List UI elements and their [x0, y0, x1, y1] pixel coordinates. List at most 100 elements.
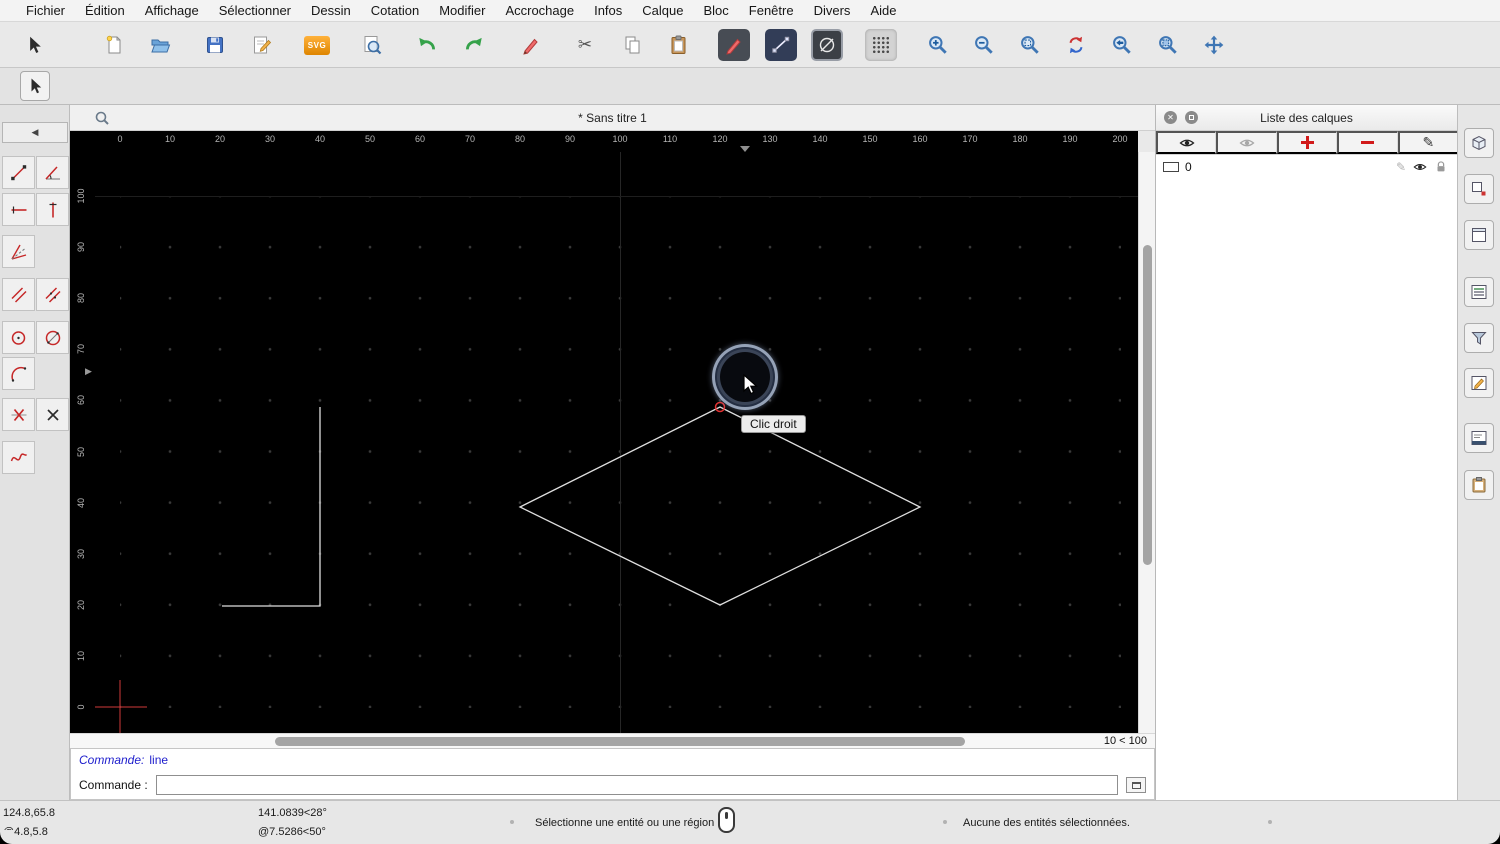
menu-item-divers[interactable]: Divers	[804, 0, 861, 22]
pen-attributes-button[interactable]	[718, 29, 750, 61]
menu-item-cotation[interactable]: Cotation	[361, 0, 429, 22]
layers-panel: ✕ Liste des calques ✎ 0 ✎	[1155, 105, 1458, 800]
tool-line-button[interactable]	[2, 156, 35, 189]
menu-item-fichier[interactable]: Fichier	[16, 0, 75, 22]
command-history-value: line	[149, 753, 169, 767]
parallel-lines-icon	[10, 286, 27, 303]
show-all-layers-button[interactable]	[1156, 131, 1217, 154]
new-file-button[interactable]	[98, 29, 130, 61]
svg-icon: SVG	[304, 35, 330, 55]
menu-item-calque[interactable]: Calque	[632, 0, 693, 22]
tool-line-parallel-distance-button[interactable]	[36, 278, 69, 311]
tool-line-angle-button[interactable]	[36, 156, 69, 189]
dock-block-button[interactable]	[1464, 128, 1494, 158]
edit-layer-button[interactable]: ✎	[1397, 131, 1458, 154]
panel-expander-button[interactable]: ▶	[82, 363, 95, 379]
red-pen-icon	[523, 38, 538, 55]
command-history: Commande: line	[71, 749, 1154, 773]
tool-circle-2p-button[interactable]	[36, 321, 69, 354]
pen-button[interactable]	[515, 29, 547, 61]
horizontal-scrollbar-thumb[interactable]	[275, 737, 965, 746]
zoom-redraw-button[interactable]	[1060, 29, 1092, 61]
layer-lock-icon[interactable]	[1434, 160, 1448, 174]
layer-visible-icon[interactable]	[1413, 160, 1427, 174]
remove-layer-button[interactable]	[1337, 131, 1398, 154]
save-file-button[interactable]	[199, 29, 231, 61]
command-input[interactable]	[155, 775, 1118, 795]
tool-arc-button[interactable]	[2, 357, 35, 390]
zoom-pan-button[interactable]	[1198, 29, 1230, 61]
horizontal-scrollbar[interactable]: 10 < 100	[70, 733, 1155, 748]
dock-command-button[interactable]	[1464, 423, 1494, 453]
zoom-auto-icon	[1021, 36, 1039, 54]
bisector-icon	[10, 244, 26, 260]
command-detach-button[interactable]	[1126, 777, 1146, 793]
ruler-h-label: 50	[364, 134, 375, 144]
tool-line-bisector-button[interactable]	[2, 235, 35, 268]
menu-item-affichage[interactable]: Affichage	[135, 0, 209, 22]
open-file-button[interactable]	[144, 29, 176, 61]
zoom-window-button[interactable]	[1152, 29, 1184, 61]
vertical-scrollbar[interactable]	[1138, 152, 1155, 733]
dock-layers-button[interactable]	[1464, 174, 1494, 204]
ruler-h-label: 70	[464, 134, 475, 144]
circle-center-icon	[11, 330, 25, 345]
menu-item-dessin[interactable]: Dessin	[301, 0, 361, 22]
dock-clipboard-button[interactable]	[1464, 470, 1494, 500]
dock-list-button[interactable]	[1464, 277, 1494, 307]
clipboard-icon	[671, 35, 686, 54]
statusbar: 124.8,65.8 @4.8,5.8 141.0839<28° @7.5286…	[0, 800, 1500, 844]
add-layer-button[interactable]	[1276, 131, 1338, 154]
ruler-h-label: 90	[564, 134, 575, 144]
edit-drawing-button[interactable]	[246, 29, 278, 61]
canvas-shapes	[95, 401, 922, 733]
menu-item-fenetre[interactable]: Fenêtre	[739, 0, 804, 22]
print-preview-button[interactable]	[356, 29, 388, 61]
ruler-v-label: 40	[76, 497, 86, 508]
tool-spline-button[interactable]	[2, 441, 35, 474]
tool-divide-button[interactable]	[2, 398, 35, 431]
line-attributes-button[interactable]	[765, 29, 797, 61]
dock-pencil-button[interactable]	[1464, 368, 1494, 398]
document-window: * Sans titre 1 0 10 20 30 40 50 60 70 80 90 100 110…	[70, 105, 1155, 748]
ruler-h-label: 170	[962, 134, 978, 144]
drawing-canvas[interactable]: Clic droit	[95, 152, 1138, 733]
ruler-horizontal: 0 10 20 30 40 50 60 70 80 90 100 110 120 130 140 150 160…	[95, 131, 1138, 152]
select-tool-button[interactable]	[18, 29, 50, 61]
menu-item-selectionner[interactable]: Sélectionner	[209, 0, 301, 22]
undo-button[interactable]	[411, 29, 443, 61]
tool-line-vertical-button[interactable]	[36, 193, 69, 226]
parallel-distance-icon	[44, 286, 61, 303]
menu-item-modifier[interactable]: Modifier	[429, 0, 495, 22]
tool-line-parallel-button[interactable]	[2, 278, 35, 311]
menu-item-bloc[interactable]: Bloc	[693, 0, 738, 22]
svg-export-button[interactable]: SVG	[301, 29, 333, 61]
select-option-button[interactable]	[20, 71, 50, 101]
copy-button[interactable]	[617, 29, 649, 61]
tool-circle-button[interactable]	[2, 321, 35, 354]
menu-item-edition[interactable]: Édition	[75, 0, 135, 22]
vertical-scrollbar-thumb[interactable]	[1143, 245, 1152, 565]
redo-button[interactable]	[458, 29, 490, 61]
hide-all-layers-button[interactable]	[1216, 131, 1277, 154]
layer-row[interactable]: 0 ✎	[1156, 157, 1457, 177]
zoom-out-button[interactable]	[968, 29, 1000, 61]
layer-edit-icon[interactable]: ✎	[1396, 160, 1406, 174]
paste-button[interactable]	[663, 29, 695, 61]
tool-line-horizontal-button[interactable]	[2, 193, 35, 226]
tool-delete-button[interactable]	[36, 398, 69, 431]
cut-button[interactable]: ✂	[569, 29, 601, 61]
menu-item-accrochage[interactable]: Accrochage	[495, 0, 584, 22]
menu-item-aide[interactable]: Aide	[860, 0, 906, 22]
sidebar-collapse-button[interactable]: ◀	[2, 122, 68, 143]
dock-filter-button[interactable]	[1464, 323, 1494, 353]
circle-slash-button[interactable]	[811, 29, 843, 61]
menu-item-infos[interactable]: Infos	[584, 0, 632, 22]
librecad-window: Fichier Édition Affichage Sélectionner Dessi…	[0, 0, 1500, 844]
grid-toggle-button[interactable]	[865, 29, 897, 61]
zoom-auto-button[interactable]	[1014, 29, 1046, 61]
zoom-previous-button[interactable]	[1106, 29, 1138, 61]
zoom-in-button[interactable]	[922, 29, 954, 61]
dock-panel-button[interactable]	[1464, 220, 1494, 250]
selection-status: Aucune des entités sélectionnées.	[963, 817, 1130, 829]
